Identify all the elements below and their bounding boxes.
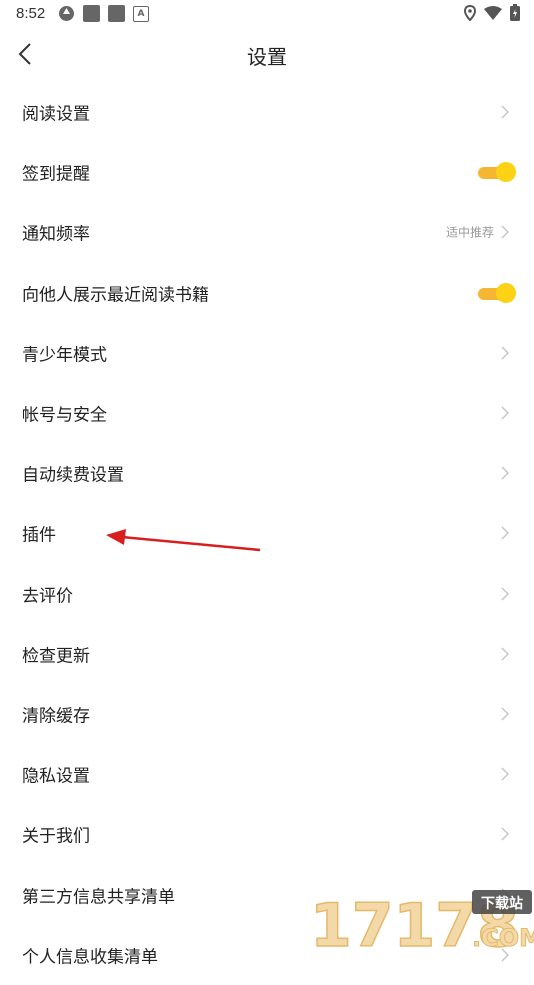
settings-row-rate-app[interactable]: 去评价: [0, 564, 534, 624]
notification-frequency-value: 适中推荐: [445, 225, 494, 240]
row-label: 向他人展示最近阅读书籍: [22, 285, 209, 306]
system-status-icons: [464, 4, 520, 21]
row-label: 阅读设置: [22, 104, 90, 125]
site-watermark: 17178 下载站 .COM: [308, 888, 534, 962]
row-label: 插件: [22, 525, 56, 546]
settings-row-teen-mode[interactable]: 青少年模式: [0, 323, 534, 383]
row-label: 通知频率: [22, 224, 90, 245]
chevron-right-icon: [501, 587, 509, 601]
row-label: 青少年模式: [22, 345, 107, 366]
chevron-right-icon: [501, 526, 509, 540]
app-bar: 设置: [0, 28, 534, 82]
app-notification-icon: [108, 5, 125, 22]
location-icon: [464, 4, 476, 21]
annotation-arrow-icon: [106, 529, 261, 552]
row-label: 关于我们: [22, 826, 90, 847]
settings-row-check-update[interactable]: 检查更新: [0, 624, 534, 684]
settings-row-auto-renewal[interactable]: 自动续费设置: [0, 443, 534, 503]
chevron-right-icon: [501, 406, 509, 420]
settings-row-about-us[interactable]: 关于我们: [0, 804, 534, 864]
status-bar: 8:52 A: [0, 0, 534, 28]
settings-row-plugins[interactable]: 插件: [0, 503, 534, 563]
chevron-right-icon: [501, 466, 509, 480]
show-recent-books-toggle[interactable]: [478, 282, 516, 303]
a-notification-icon: A: [133, 5, 149, 22]
settings-row-reading[interactable]: 阅读设置: [0, 82, 534, 142]
status-time: 8:52: [16, 5, 46, 22]
settings-row-notification-frequency[interactable]: 通知频率 适中推荐: [0, 202, 534, 262]
row-label: 签到提醒: [22, 164, 90, 185]
settings-row-account-security[interactable]: 帐号与安全: [0, 383, 534, 443]
settings-row-privacy[interactable]: 隐私设置: [0, 744, 534, 804]
row-label: 自动续费设置: [22, 465, 124, 486]
row-label: 清除缓存: [22, 706, 90, 727]
app-notification-icon: [83, 5, 100, 22]
17178-logo-icon: 17178 下载站 .COM: [309, 890, 534, 962]
row-label: 帐号与安全: [22, 405, 107, 426]
watermark-tag: 下载站: [481, 895, 523, 912]
chevron-right-icon: [501, 827, 509, 841]
row-label: 检查更新: [22, 646, 90, 667]
wifi-icon: [484, 5, 502, 20]
aperture-icon: [59, 6, 74, 21]
checkin-reminder-toggle[interactable]: [478, 162, 516, 183]
settings-row-clear-cache[interactable]: 清除缓存: [0, 684, 534, 744]
chevron-right-icon: [501, 647, 509, 661]
notification-icons: A: [58, 5, 149, 22]
settings-list: 阅读设置 签到提醒 通知频率 适中推荐 向他人展示最近阅读书籍 青少年模式 帐号…: [0, 82, 534, 985]
battery-icon: [510, 4, 520, 21]
settings-row-show-recent-books: 向他人展示最近阅读书籍: [0, 263, 534, 323]
row-label: 隐私设置: [22, 766, 90, 787]
chevron-right-icon: [501, 346, 509, 360]
chevron-right-icon: [501, 707, 509, 721]
settings-row-checkin-reminder: 签到提醒: [0, 142, 534, 202]
row-label: 个人信息收集清单: [22, 947, 158, 968]
chevron-right-icon: [501, 767, 509, 781]
row-label: 去评价: [22, 586, 73, 607]
chevron-right-icon: [501, 105, 509, 119]
watermark-domain: .COM: [472, 924, 534, 950]
row-label: 第三方信息共享清单: [22, 887, 175, 908]
chevron-right-icon: [501, 225, 509, 239]
page-title: 设置: [247, 45, 287, 69]
